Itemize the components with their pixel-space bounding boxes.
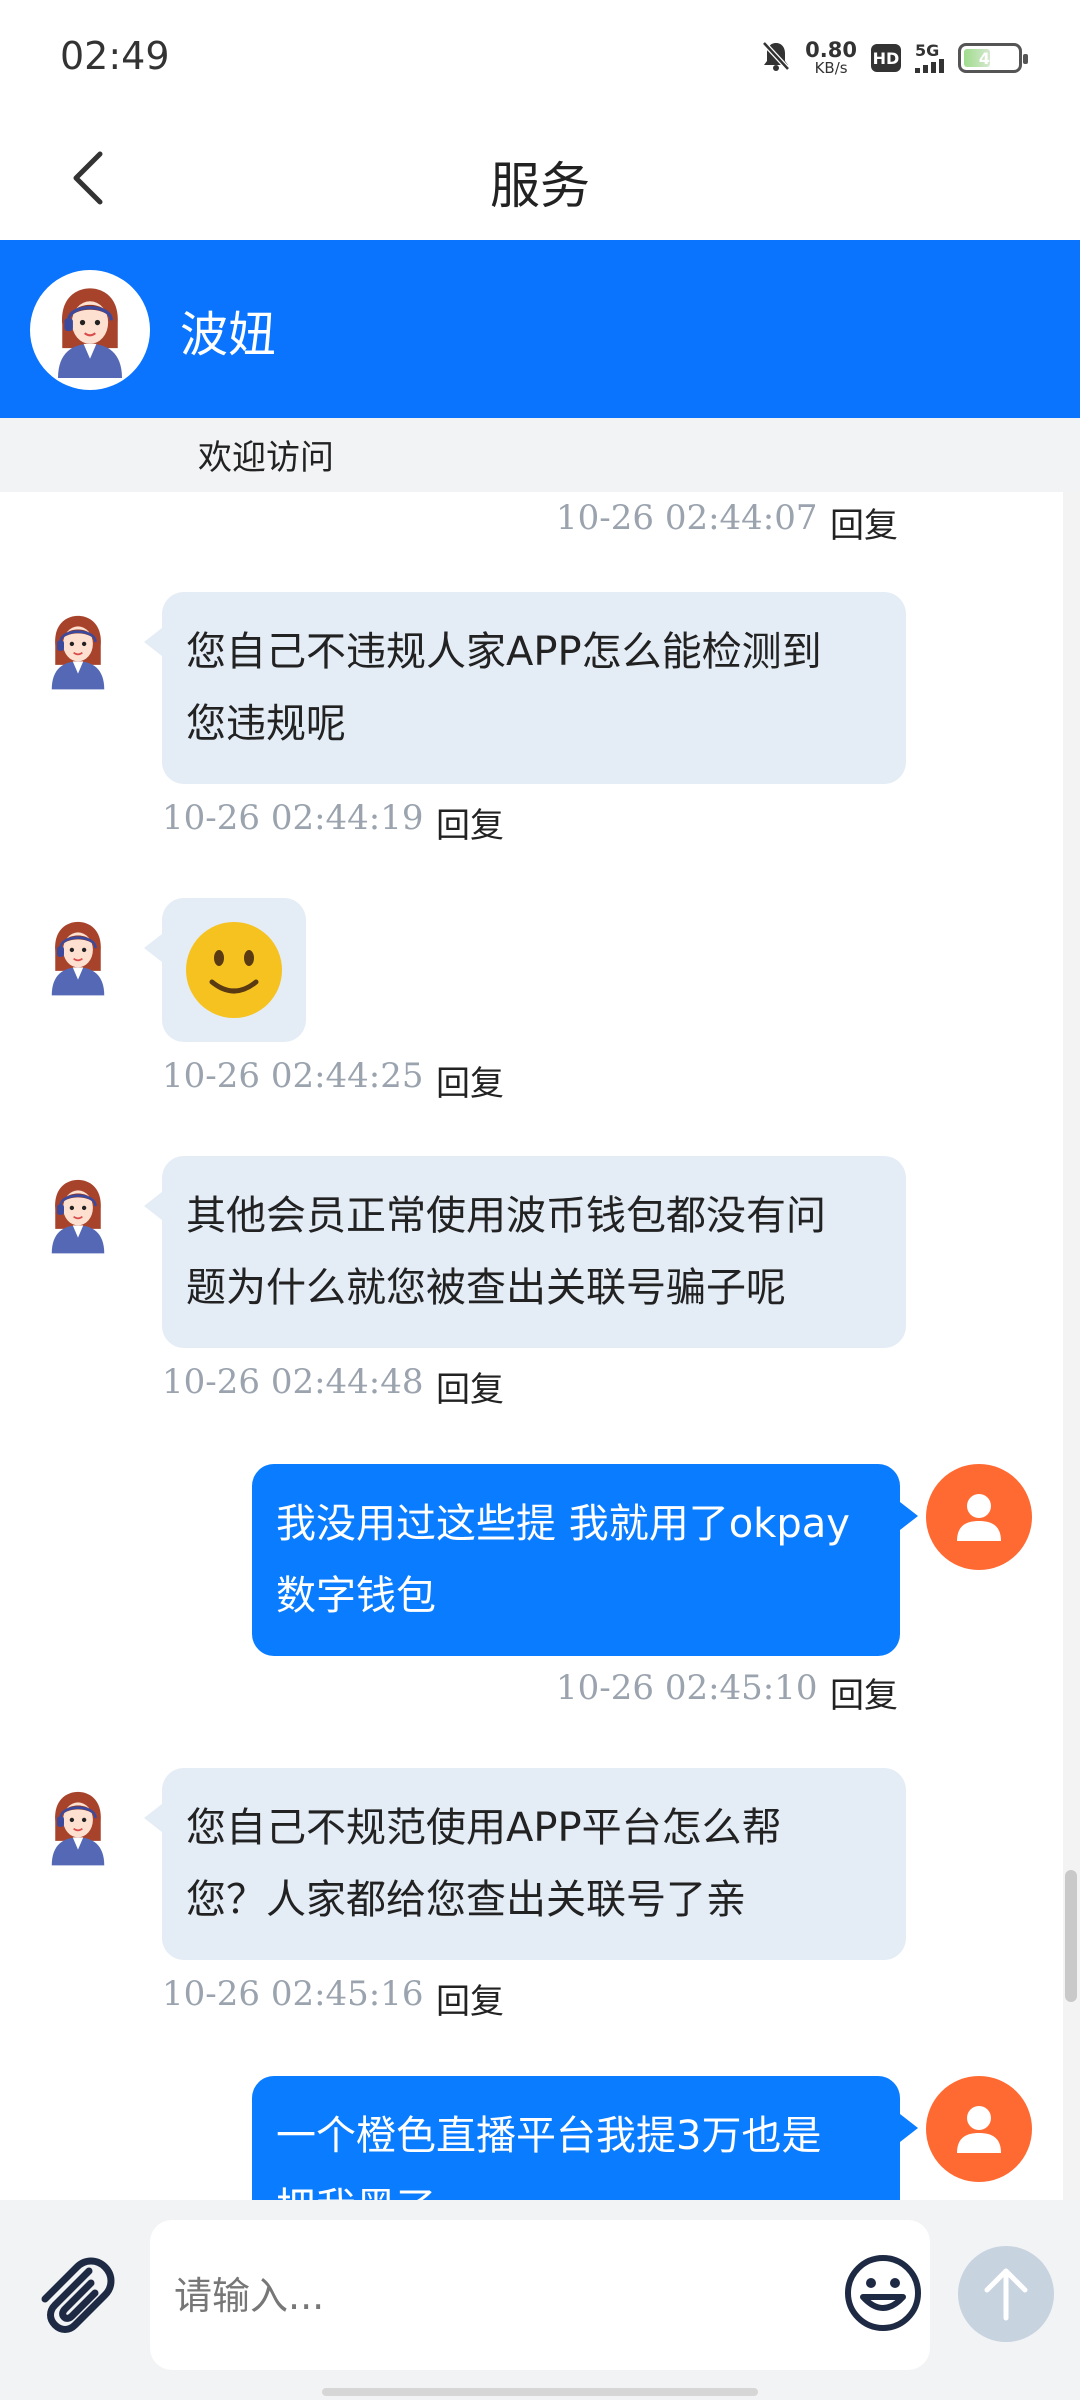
message-timestamp: 10-26 02:44:48 <box>162 1362 424 1402</box>
user-icon <box>957 2106 1001 2153</box>
agent-name: 波妞 <box>180 307 277 363</box>
reply-button[interactable]: 回复 <box>436 798 504 847</box>
message-timestamp: 10-26 02:45:16 <box>162 1974 424 2014</box>
net-speed: 0.80 KB/s <box>805 38 857 77</box>
reply-button[interactable]: 回复 <box>830 1668 898 1717</box>
paperclip-icon <box>41 2257 115 2333</box>
message-input-box[interactable] <box>150 2220 930 2370</box>
mute-bell-icon <box>761 40 791 76</box>
chat-scrollbar-thumb[interactable] <box>1065 1870 1077 2002</box>
agent-avatar-icon <box>51 1791 105 1866</box>
reply-button[interactable]: 回复 <box>436 1974 504 2023</box>
page-title: 服务 <box>490 157 590 215</box>
message-timestamp: 10-26 02:44:07 <box>556 498 818 538</box>
smile-icon <box>845 2255 921 2331</box>
smiling-face-emoji-icon <box>186 922 282 1018</box>
agent-header: 波妞 <box>0 240 1080 418</box>
agent-avatar-icon <box>58 288 122 378</box>
user-icon <box>957 1494 1001 1541</box>
chat-scrollbar[interactable] <box>1063 492 1080 2200</box>
message-bubble-incoming[interactable]: 您自己不规范使用APP平台怎么帮 您？人家都给您查出关联号了亲 <box>144 1768 906 1960</box>
chat-screen: 02:49 0.80 KB/s HD 5G 44 服务 波妞 欢迎访问 10-2… <box>0 0 1080 2400</box>
reply-button[interactable]: 回复 <box>436 1362 504 1411</box>
agent-avatar-small <box>38 916 118 996</box>
message-timestamp: 10-26 02:45:10 <box>556 1668 818 1708</box>
user-avatar <box>926 2076 1032 2182</box>
arrow-up-icon <box>984 2268 1028 2321</box>
home-indicator[interactable] <box>322 2388 758 2396</box>
agent-avatar-icon <box>51 921 105 996</box>
welcome-text: 欢迎访问 <box>198 438 334 478</box>
agent-avatar-small <box>38 1174 118 1254</box>
nav-bar: 服务 <box>0 118 1080 240</box>
battery-icon: 44 <box>958 43 1028 73</box>
user-avatar <box>926 1464 1032 1570</box>
battery-level: 44 <box>978 48 1002 68</box>
message-timestamp: 10-26 02:44:25 <box>162 1056 424 1096</box>
agent-avatar[interactable] <box>30 270 150 390</box>
signal-icon: 5G <box>915 43 944 73</box>
status-icons: 0.80 KB/s HD 5G 44 <box>761 34 1028 82</box>
message-input[interactable] <box>172 2260 776 2332</box>
status-bar: 02:49 0.80 KB/s HD 5G 44 <box>0 0 1080 118</box>
chat-list[interactable]: 10-26 02:44:07 回复 您自己不违规人家APP怎么能检测到 您违规呢… <box>0 492 1080 2200</box>
reply-button[interactable]: 回复 <box>436 1056 504 1105</box>
attach-button[interactable] <box>28 2250 118 2340</box>
reply-button[interactable]: 回复 <box>830 498 898 547</box>
input-bar <box>0 2200 1080 2400</box>
message-bubble-incoming[interactable]: 其他会员正常使用波币钱包都没有问 题为什么就您被查出关联号骗子呢 <box>144 1156 906 1348</box>
agent-avatar-icon <box>51 1179 105 1254</box>
message-bubble-incoming[interactable] <box>144 898 306 1042</box>
status-time: 02:49 <box>60 34 170 78</box>
agent-avatar-icon <box>51 615 105 690</box>
agent-avatar-small <box>38 610 118 690</box>
emoji-button[interactable] <box>842 2252 924 2334</box>
message-timestamp: 10-26 02:44:19 <box>162 798 424 838</box>
message-bubble-outgoing[interactable]: 一个橙色直播平台我提3万也是 把我黑了 <box>252 2076 918 2200</box>
agent-avatar-small <box>38 1786 118 1866</box>
hd-icon: HD <box>871 44 901 72</box>
welcome-banner: 欢迎访问 <box>0 418 1080 492</box>
send-button[interactable] <box>958 2246 1054 2342</box>
message-bubble-incoming[interactable]: 您自己不违规人家APP怎么能检测到 您违规呢 <box>144 592 906 784</box>
message-bubble-outgoing[interactable]: 我没用过这些提 我就用了okpay 数字钱包 <box>252 1464 918 1656</box>
